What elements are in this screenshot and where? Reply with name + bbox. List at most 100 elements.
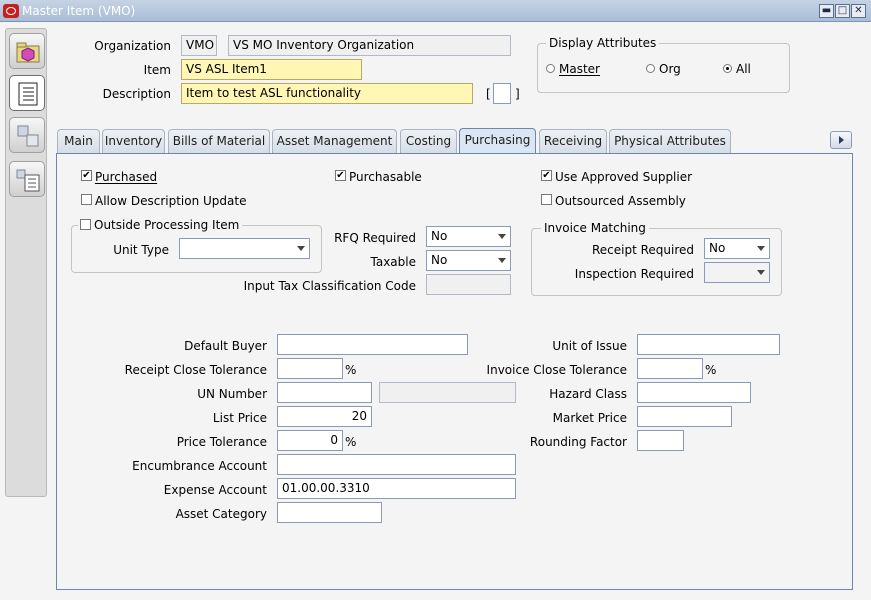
document-list-icon	[18, 82, 38, 106]
inspection-required-select[interactable]	[704, 262, 770, 283]
purchasable-label: Purchasable	[349, 170, 422, 184]
asset-category-field[interactable]	[277, 502, 382, 523]
outside-processing-item-checkbox[interactable]	[80, 219, 91, 230]
chevron-down-icon	[498, 234, 506, 239]
item-field[interactable]: VS ASL Item1	[181, 59, 362, 80]
un-number-field[interactable]	[277, 382, 372, 403]
receipt-close-tolerance-label: Receipt Close Tolerance	[124, 363, 267, 377]
rfq-required-label: RFQ Required	[334, 231, 416, 245]
receipt-close-tolerance-field[interactable]	[277, 358, 343, 379]
invoice-close-tolerance-percent: %	[705, 363, 717, 377]
un-number-label: UN Number	[197, 387, 267, 401]
receipt-required-label: Receipt Required	[591, 243, 694, 257]
outsourced-assembly-label: Outsourced Assembly	[555, 194, 686, 208]
receipt-required-value: No	[709, 241, 726, 255]
encumbrance-account-field[interactable]	[277, 454, 516, 475]
chevron-down-icon	[757, 270, 765, 275]
asset-category-label: Asset Category	[175, 507, 267, 521]
purchased-checkbox[interactable]: ✔	[81, 170, 92, 181]
receipt-close-tolerance-percent: %	[345, 363, 357, 377]
tab-main[interactable]: Main	[57, 129, 100, 153]
taxable-value: No	[431, 253, 448, 267]
use-approved-supplier-label: Use Approved Supplier	[555, 170, 693, 184]
display-master-label[interactable]: Master	[559, 62, 600, 76]
taxable-label: Taxable	[370, 255, 417, 269]
allow-description-update-label: Allow Description Update	[95, 194, 247, 208]
outsourced-assembly-checkbox[interactable]	[541, 194, 552, 205]
purchased-label: Purchased	[95, 170, 158, 184]
chevron-down-icon	[757, 246, 765, 251]
minimize-button[interactable]: ▬	[819, 4, 834, 18]
flexfield-bracket-open: [	[486, 87, 491, 101]
default-buyer-label: Default Buyer	[184, 339, 267, 353]
expense-account-field[interactable]: 01.00.00.3310	[277, 478, 516, 499]
organization-assignment-button[interactable]	[9, 117, 45, 153]
display-org-label[interactable]: Org	[659, 62, 681, 76]
left-toolbar	[5, 28, 47, 497]
restore-button[interactable]: □	[835, 4, 850, 18]
list-price-label: List Price	[212, 411, 267, 425]
encumbrance-account-label: Encumbrance Account	[132, 459, 267, 473]
cubes-icon	[17, 125, 39, 147]
list-price-field[interactable]: 20	[277, 406, 372, 427]
folder-cube-icon	[16, 42, 40, 63]
receipt-required-select[interactable]: No	[704, 238, 770, 259]
item-list-button[interactable]	[9, 75, 45, 111]
outside-processing-title: Outside Processing Item	[78, 218, 243, 232]
price-tolerance-label: Price Tolerance	[176, 435, 267, 449]
allow-description-update-checkbox[interactable]	[81, 194, 92, 205]
use-approved-supplier-checkbox[interactable]: ✔	[541, 170, 552, 181]
purchasable-checkbox[interactable]: ✔	[335, 170, 346, 181]
tab-bills-of-material[interactable]: Bills of Material	[168, 129, 270, 153]
rfq-required-select[interactable]: No	[426, 226, 511, 247]
folder-button[interactable]	[9, 33, 45, 69]
unit-of-issue-field[interactable]	[637, 334, 780, 355]
invoice-matching-title: Invoice Matching	[541, 221, 649, 235]
tab-scroll-right-button[interactable]	[830, 131, 852, 149]
display-attributes-title: Display Attributes	[546, 36, 660, 50]
expense-account-label: Expense Account	[163, 483, 267, 497]
invoice-close-tolerance-label: Invoice Close Tolerance	[486, 363, 627, 377]
chevron-down-icon	[297, 246, 305, 251]
input-tax-classification-label: Input Tax Classification Code	[243, 279, 416, 293]
close-button[interactable]: ✕	[851, 4, 866, 18]
tab-purchasing[interactable]: Purchasing	[459, 128, 536, 154]
tab-receiving[interactable]: Receiving	[539, 129, 607, 153]
tab-inventory[interactable]: Inventory	[102, 129, 165, 153]
window-title: Master Item (VMO)	[22, 4, 136, 18]
unit-type-select[interactable]	[179, 238, 310, 259]
organization-name-field[interactable]: VS MO Inventory Organization	[228, 35, 511, 56]
categories-button[interactable]	[9, 161, 45, 197]
outside-processing-item-label: Outside Processing Item	[94, 218, 240, 232]
rounding-factor-field[interactable]	[637, 430, 684, 451]
market-price-field[interactable]	[637, 406, 732, 427]
chevron-down-icon	[498, 258, 506, 263]
tab-costing[interactable]: Costing	[400, 129, 457, 153]
title-bar: Master Item (VMO) ▬ □ ✕	[0, 0, 871, 22]
input-tax-classification-field[interactable]	[426, 274, 511, 295]
display-master-radio[interactable]	[546, 64, 555, 73]
inspection-required-label: Inspection Required	[574, 267, 694, 281]
display-all-radio[interactable]	[723, 64, 732, 73]
cube-list-icon	[16, 169, 40, 192]
unit-of-issue-label: Unit of Issue	[552, 339, 627, 353]
invoice-close-tolerance-field[interactable]	[637, 358, 703, 379]
display-all-label[interactable]: All	[736, 62, 751, 76]
tab-physical-attributes[interactable]: Physical Attributes	[609, 129, 731, 153]
item-label: Item	[143, 63, 171, 77]
flexfield-bracket-close: ]	[515, 87, 520, 101]
tab-asset-management[interactable]: Asset Management	[272, 129, 397, 153]
organization-code-field[interactable]: VMO	[181, 35, 217, 56]
rfq-required-value: No	[431, 229, 448, 243]
price-tolerance-field[interactable]: 0	[277, 430, 343, 451]
taxable-select[interactable]: No	[426, 250, 511, 271]
description-field[interactable]: Item to test ASL functionality	[181, 83, 473, 104]
display-org-radio[interactable]	[646, 64, 655, 73]
market-price-label: Market Price	[552, 411, 627, 425]
rounding-factor-label: Rounding Factor	[529, 435, 627, 449]
descriptive-flexfield[interactable]	[493, 83, 511, 104]
unit-type-label: Unit Type	[113, 243, 169, 257]
hazard-class-field[interactable]	[637, 382, 751, 403]
description-label: Description	[102, 87, 171, 101]
organization-label: Organization	[94, 39, 171, 53]
